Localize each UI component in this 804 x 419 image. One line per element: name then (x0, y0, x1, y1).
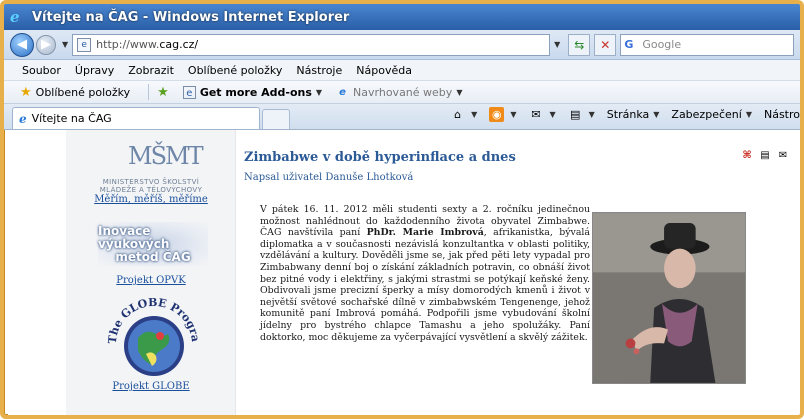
tab-vitejte[interactable]: e Vítejte na ČAG (12, 107, 260, 129)
address-toolbar: ◀ ▶ ▼ e http://www. cag.cz/ ▼ ⇆ ✕ G Googl… (4, 30, 800, 60)
main-article: Zimbabwe v době hyperinflace a dnes Naps… (240, 130, 800, 415)
addons-dropdown-icon: ▼ (315, 87, 323, 97)
menu-tools[interactable]: Nástroje (296, 64, 342, 77)
search-input[interactable]: G Google (620, 33, 794, 56)
favorites-label: Oblíbené položky (35, 85, 131, 99)
sidebar: MŠMT MINISTERSTVO ŠKOLSTVÍ MLÁDEŽE A TĚL… (66, 130, 236, 415)
url-host: cag.cz/ (159, 38, 199, 51)
home-icon: ⌂ (454, 108, 462, 121)
favorites-button[interactable]: ★ Oblíbené položky (20, 85, 130, 100)
title-bar: e Vítejte na ČAG - Windows Internet Expl… (4, 4, 800, 30)
print-icon[interactable]: ▤ (758, 150, 772, 162)
address-dropdown-icon[interactable]: ▼ (554, 40, 560, 49)
security-menu-button[interactable]: Zabezpečení ▼ (671, 108, 756, 121)
home-dropdown-icon: ▼ (471, 110, 478, 119)
mail-button[interactable]: ✉ ▼ (528, 107, 559, 122)
ministry-link[interactable]: Měřím, měříš, měříme (66, 194, 236, 205)
page-menu-label: Stránka (606, 108, 650, 121)
ie-logo-icon: e (10, 8, 20, 26)
menu-view[interactable]: Zobrazit (128, 64, 174, 77)
url-prefix: http://www. (96, 38, 160, 51)
get-addons-link[interactable]: e Get more Add-ons ▼ (182, 85, 326, 99)
menu-favorites[interactable]: Oblíbené položky (188, 64, 283, 77)
tools-menu-button[interactable]: Nástro (764, 108, 800, 121)
opvk-line2: metod ČAG (115, 249, 191, 264)
menu-file[interactable]: Soubor (22, 64, 61, 77)
menu-bar: Soubor Úpravy Zobrazit Oblíbené položky … (4, 60, 800, 81)
opvk-line1: Inovace výukových (98, 223, 170, 251)
mail-icon: ✉ (531, 108, 541, 121)
address-field[interactable]: e http://www. cag.cz/ (72, 33, 551, 56)
print-button[interactable]: ▤ ▼ (568, 107, 599, 122)
tools-menu-label: Nástro (763, 108, 800, 121)
article-body: V pátek 16. 11. 2012 měli studenti sexty… (260, 204, 590, 343)
globe-link[interactable]: Projekt GLOBE (66, 381, 236, 392)
menu-edit[interactable]: Úpravy (75, 64, 114, 77)
tab-ie-icon: e (19, 111, 27, 126)
msmt-logo: MŠMT (128, 142, 204, 170)
home-button[interactable]: ⌂ ▼ (450, 107, 481, 122)
article-body-bold: PhDr. Marie Imbrová (366, 227, 484, 239)
printer-icon: ▤ (569, 108, 581, 121)
command-bar: ⌂ ▼ ◉ ▼ ✉ ▼ ▤ ▼ Stránka ▼ Zabezpečení ▼ Nástro (442, 107, 800, 122)
feeds-dropdown-icon: ▼ (510, 110, 517, 119)
addons-label: Get more Add-ons (199, 85, 312, 99)
article-author: Napsal uživatel Danuše Lhotková (244, 172, 414, 183)
print-dropdown-icon: ▼ (588, 110, 595, 119)
separator (148, 84, 150, 100)
add-favorite-button[interactable]: ★ (157, 85, 173, 100)
security-menu-dropdown-icon: ▼ (745, 110, 752, 119)
history-dropdown-icon[interactable]: ▼ (62, 40, 68, 49)
email-icon[interactable]: ✉ (776, 150, 790, 162)
window-title: Vítejte na ČAG - Windows Internet Explor… (32, 9, 350, 25)
stop-button[interactable]: ✕ (594, 33, 617, 56)
article-body-part2: , afrikanistka, bývalá diplomatka a v so… (260, 227, 590, 343)
article-tools: ⌘ ▤ ✉ (736, 150, 790, 162)
browser-window: e Vítejte na ČAG - Windows Internet Expl… (0, 0, 804, 419)
suggested-sites-link[interactable]: e Navrhované weby ▼ (336, 86, 466, 99)
suggested-ie-icon: e (339, 86, 346, 98)
add-star-icon: ★ (157, 84, 169, 100)
page-menu-dropdown-icon: ▼ (653, 110, 660, 119)
opvk-link[interactable]: Projekt OPVK (66, 275, 236, 286)
google-icon: G (624, 37, 634, 51)
page-icon: e (77, 37, 92, 52)
favorites-bar: ★ Oblíbené položky ★ e Get more Add-ons … (4, 81, 800, 104)
page-content: MŠMT MINISTERSTVO ŠKOLSTVÍ MLÁDEŽE A TĚL… (8, 130, 800, 415)
forward-button[interactable]: ▶ (36, 34, 56, 55)
back-button[interactable]: ◀ (10, 32, 34, 57)
ministry-name-line1: MINISTERSTVO ŠKOLSTVÍ (102, 178, 200, 186)
suggested-label: Navrhované weby (353, 85, 453, 99)
security-menu-label: Zabezpečení (671, 108, 742, 121)
ministry-name-line2: MLÁDEŽE A TĚLOVÝCHOVY (99, 186, 203, 194)
star-icon: ★ (20, 84, 32, 100)
tab-bar: e Vítejte na ČAG ⌂ ▼ ◉ ▼ ✉ ▼ ▤ ▼ Stránka ▼ Za… (4, 104, 800, 130)
search-placeholder: Google (642, 38, 682, 51)
feeds-button[interactable]: ◉ ▼ (489, 107, 520, 122)
menu-help[interactable]: Nápověda (356, 64, 412, 77)
tab-label: Vítejte na ČAG (31, 112, 112, 125)
rss-icon: ◉ (489, 107, 505, 122)
article-photo (592, 212, 746, 384)
addons-page-icon: e (182, 85, 196, 99)
globe-program-logo[interactable]: The GLOBE Program (106, 298, 202, 380)
pdf-icon[interactable]: ⌘ (740, 150, 754, 162)
refresh-button[interactable]: ⇆ (568, 33, 591, 56)
new-tab-button[interactable] (262, 109, 290, 129)
page-menu-button[interactable]: Stránka ▼ (607, 108, 664, 121)
article-title[interactable]: Zimbabwe v době hyperinflace a dnes (244, 150, 516, 165)
suggested-dropdown-icon: ▼ (456, 87, 463, 97)
mail-dropdown-icon: ▼ (549, 110, 556, 119)
opvk-banner[interactable]: Inovace výukových metod ČAG (98, 222, 208, 266)
